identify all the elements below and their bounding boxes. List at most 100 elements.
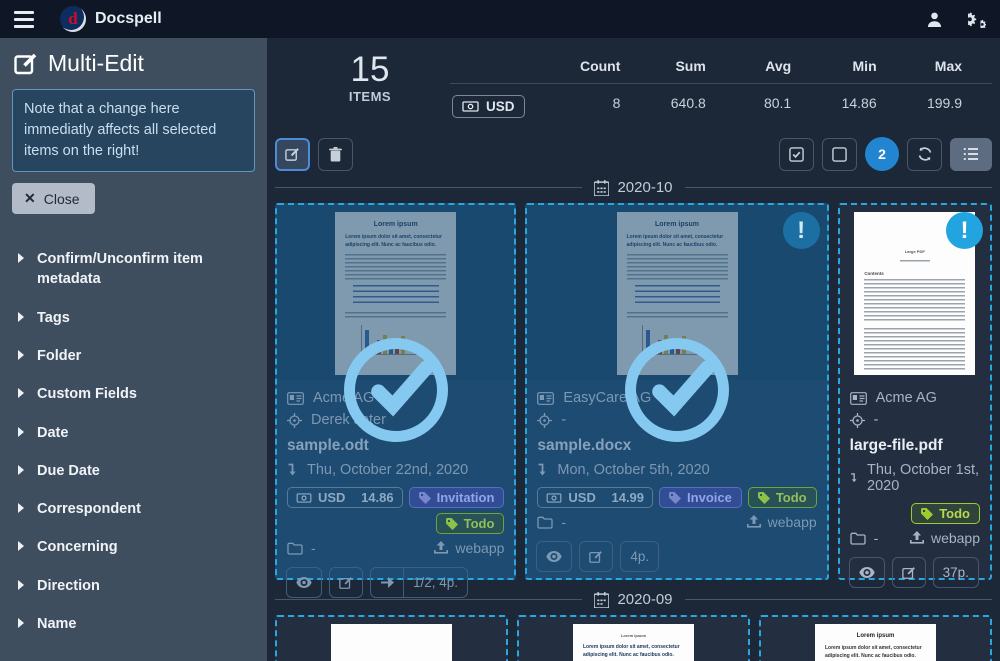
edit-item-button[interactable] (329, 567, 363, 598)
next-attachment-button[interactable] (370, 567, 404, 598)
sidebar-item-correspondent[interactable]: Correspondent (12, 490, 255, 528)
item-card-large-file-pdf[interactable]: ! Large PDF Contents Acme AG (838, 203, 992, 580)
sidebar-item-name[interactable]: Name (12, 605, 255, 643)
folder-source-row: - webapp (850, 524, 980, 546)
stats-value-count: 8 (565, 84, 650, 127)
settings-gears-icon[interactable] (965, 11, 986, 28)
item-card-lorem-docx[interactable]: Lorem ipsum Lorem ipsum dolor sit amet, … (517, 615, 750, 661)
stats-table: Count Sum Avg Min Max USD 8 640.8 8 (450, 54, 992, 127)
select-all-button[interactable] (779, 138, 814, 171)
brand[interactable]: d Docspell (60, 6, 162, 32)
amount-badge[interactable]: USD 14.86 (287, 487, 403, 508)
sidebar-item-confirm-metadata[interactable]: Confirm/Unconfirm item metadata (12, 240, 255, 299)
document-preview[interactable]: Lorem ipsum Lorem ipsum dolor sit amet, … (761, 617, 990, 661)
tag-icon (921, 508, 933, 520)
month-divider-2020-10: 2020-10 (275, 179, 992, 196)
caret-right-icon (18, 541, 24, 551)
stats-header: 15 ITEMS Count Sum Avg Min Max USD (275, 52, 992, 127)
sidebar-item-concerning[interactable]: Concerning (12, 528, 255, 566)
refresh-icon (917, 146, 933, 162)
tag-badge[interactable]: Todo (436, 513, 505, 534)
edit-item-button[interactable] (892, 557, 926, 588)
card-actions: 4p. (527, 536, 826, 580)
alert-exclamation-icon: ! (783, 212, 820, 249)
multi-edit-menu: Confirm/Unconfirm item metadata Tags Fol… (12, 240, 255, 643)
list-view-button[interactable] (950, 138, 992, 171)
alert-exclamation-icon: ! (946, 212, 983, 249)
item-card-keywords-pdf[interactable]: Keywords in PDF (275, 615, 508, 661)
item-card-sample-docx[interactable]: ! Lorem ipsum Lorem ipsum dolor sit amet… (525, 203, 828, 580)
sidebar-title-text: Multi-Edit (48, 50, 144, 77)
stats-header-sum: Sum (650, 54, 735, 84)
sidebar-title: Multi-Edit (14, 50, 255, 77)
view-item-button[interactable] (286, 567, 322, 598)
delete-selected-button[interactable] (318, 138, 353, 171)
caret-right-icon (18, 465, 24, 475)
note-box: Note that a change here immediatly affec… (12, 89, 255, 172)
hamburger-menu-icon[interactable] (14, 11, 34, 28)
view-item-button[interactable] (849, 557, 885, 588)
user-icon[interactable] (926, 11, 943, 28)
item-list-area: 15 ITEMS Count Sum Avg Min Max USD (267, 38, 1000, 661)
square-icon (832, 147, 847, 162)
eye-icon (546, 551, 562, 562)
caret-right-icon (18, 503, 24, 513)
item-date-row: Mon, October 5th, 2020 (537, 462, 816, 478)
view-item-button[interactable] (536, 541, 572, 572)
refresh-button[interactable] (907, 138, 942, 171)
currency-badge: USD (452, 95, 525, 118)
edit-icon (285, 147, 300, 162)
money-icon (296, 493, 312, 503)
tag-icon (446, 518, 458, 530)
item-card-lorem-odt[interactable]: Lorem ipsum Lorem ipsum dolor sit amet, … (759, 615, 992, 661)
deselect-all-button[interactable] (822, 138, 857, 171)
item-name[interactable]: large-file.pdf (850, 437, 980, 455)
calendar-icon (594, 592, 609, 608)
sidebar-item-date[interactable]: Date (12, 414, 255, 452)
caret-right-icon (18, 253, 24, 263)
edit-selected-button[interactable] (275, 138, 310, 171)
tag-badge[interactable]: Invoice (659, 487, 742, 508)
sidebar-item-tags[interactable]: Tags (12, 299, 255, 337)
tag-badge[interactable]: Todo (748, 487, 817, 508)
sidebar-item-direction[interactable]: Direction (12, 567, 255, 605)
tag-list: USD 14.99 Invoice Todo (537, 487, 816, 508)
caret-right-icon (18, 312, 24, 322)
close-button[interactable]: ✕ Close (12, 183, 95, 214)
stats-header-avg: Avg (736, 54, 821, 84)
stats-value-avg: 80.1 (736, 84, 821, 127)
edit-item-button[interactable] (579, 541, 613, 572)
money-icon (462, 101, 479, 112)
tag-badge[interactable]: Invitation (409, 487, 505, 508)
caret-right-icon (18, 388, 24, 398)
multi-edit-sidebar: Multi-Edit Note that a change here immed… (0, 38, 267, 661)
sidebar-item-due-date[interactable]: Due Date (12, 452, 255, 490)
item-card-sample-odt[interactable]: Lorem ipsum Lorem ipsum dolor sit amet, … (275, 203, 516, 580)
folder-icon (850, 532, 866, 545)
folder-source-row: - webapp (537, 508, 816, 530)
tag-list: Todo (850, 503, 980, 524)
document-preview[interactable]: Lorem ipsum Lorem ipsum dolor sit amet, … (519, 617, 748, 661)
sidebar-item-folder[interactable]: Folder (12, 337, 255, 375)
stats-value-min: 14.86 (821, 84, 906, 127)
page-count-button[interactable]: 37p. (933, 557, 979, 588)
amount-badge[interactable]: USD 14.99 (537, 487, 653, 508)
selected-check-icon (625, 338, 729, 442)
close-icon: ✕ (24, 190, 36, 207)
check-square-icon (789, 147, 804, 162)
sidebar-item-custom-fields[interactable]: Custom Fields (12, 375, 255, 413)
item-cards-row-2: Keywords in PDF Lorem ipsum Lorem ipsum … (275, 615, 992, 661)
caret-right-icon (18, 580, 24, 590)
id-card-icon (850, 392, 867, 405)
calendar-icon (594, 180, 609, 196)
selection-toolbar: 2 (275, 137, 992, 171)
item-date-row: Thu, October 22nd, 2020 (287, 462, 504, 478)
crosshair-icon (287, 413, 302, 428)
stats-value-sum: 640.8 (650, 84, 735, 127)
tag-badge[interactable]: Todo (911, 503, 980, 524)
document-preview[interactable]: Keywords in PDF (277, 617, 506, 661)
page-count-button[interactable]: 1/2, 4p. (404, 567, 468, 598)
top-navbar: d Docspell (0, 0, 1000, 38)
page-count-button[interactable]: 4p. (620, 541, 659, 572)
stats-header-count: Count (565, 54, 650, 84)
